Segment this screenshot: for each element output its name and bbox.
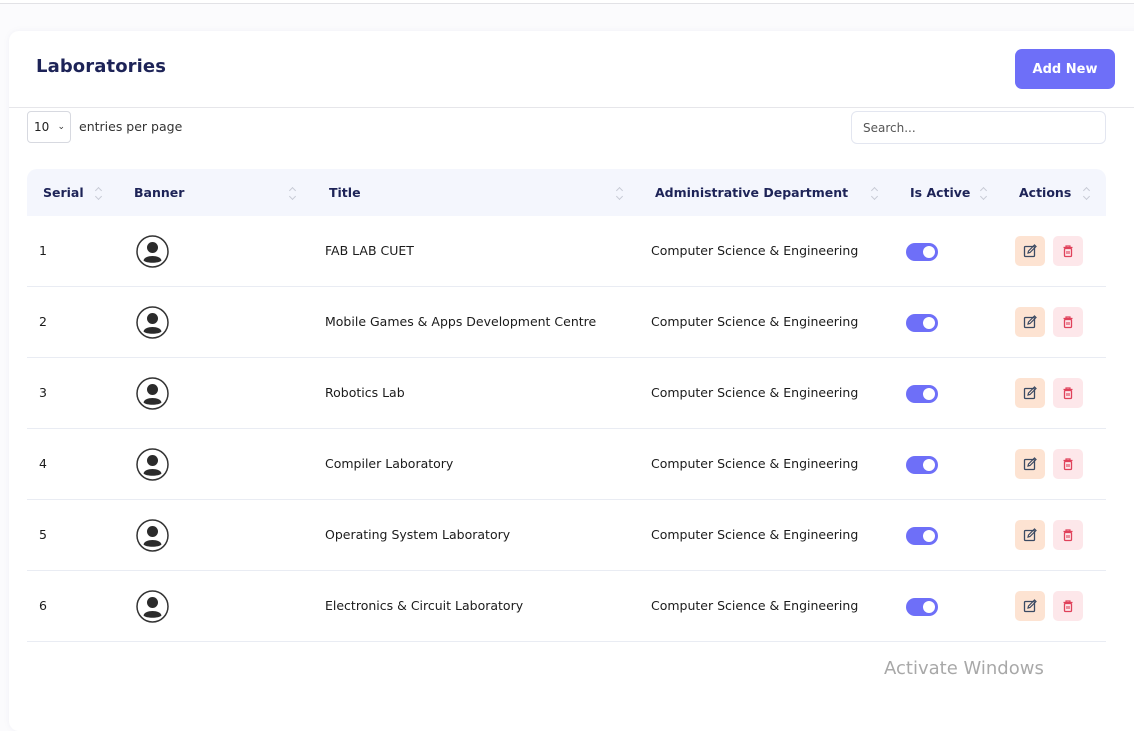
edit-button[interactable] xyxy=(1015,236,1045,266)
user-circle-icon xyxy=(136,519,169,552)
delete-button[interactable] xyxy=(1053,591,1083,621)
edit-button[interactable] xyxy=(1015,307,1045,337)
title-cell: Mobile Games & Apps Development Centre xyxy=(325,314,597,329)
entries-per-page-value: 10 xyxy=(34,120,50,134)
is-active-toggle[interactable] xyxy=(906,385,938,403)
table-header: Serial Banner Title Administrative Depar… xyxy=(27,169,1106,216)
sort-icon[interactable] xyxy=(95,185,103,201)
column-header-title[interactable]: Title xyxy=(329,169,361,216)
laboratories-table: Serial Banner Title Administrative Depar… xyxy=(27,169,1106,642)
sort-icon[interactable] xyxy=(1083,185,1091,201)
is-active-toggle[interactable] xyxy=(906,314,938,332)
serial-cell: 6 xyxy=(39,598,47,613)
user-circle-icon xyxy=(136,306,169,339)
edit-button[interactable] xyxy=(1015,449,1045,479)
table-row: 5 Operating System Laboratory Computer Sci… xyxy=(27,500,1106,571)
sort-icon[interactable] xyxy=(616,185,624,201)
department-cell: Computer Science & Engineering xyxy=(651,243,859,258)
column-header-banner[interactable]: Banner xyxy=(134,169,184,216)
toggle-knob xyxy=(923,317,935,329)
serial-cell: 3 xyxy=(39,385,47,400)
user-circle-icon xyxy=(136,235,169,268)
table-row: 2 Mobile Games & Apps Development Centre C… xyxy=(27,287,1106,358)
card-header: Laboratories Add New xyxy=(9,31,1134,108)
activate-windows-watermark: Activate Windows xyxy=(884,658,1044,679)
toggle-knob xyxy=(923,530,935,542)
delete-button[interactable] xyxy=(1053,378,1083,408)
delete-button[interactable] xyxy=(1053,307,1083,337)
title-cell: Electronics & Circuit Laboratory xyxy=(325,598,524,613)
user-circle-icon xyxy=(136,377,169,410)
department-cell: Computer Science & Engineering xyxy=(651,598,859,613)
serial-cell: 4 xyxy=(39,456,47,471)
serial-cell: 1 xyxy=(39,243,47,258)
is-active-toggle[interactable] xyxy=(906,456,938,474)
department-cell: Computer Science & Engineering xyxy=(651,385,859,400)
title-cell: Operating System Laboratory xyxy=(325,527,511,542)
delete-button[interactable] xyxy=(1053,236,1083,266)
title-cell: FAB LAB CUET xyxy=(325,243,414,258)
toggle-knob xyxy=(923,388,935,400)
sort-icon[interactable] xyxy=(871,185,879,201)
department-cell: Computer Science & Engineering xyxy=(651,456,859,471)
edit-button[interactable] xyxy=(1015,378,1045,408)
delete-button[interactable] xyxy=(1053,520,1083,550)
serial-cell: 2 xyxy=(39,314,47,329)
search-input[interactable] xyxy=(851,111,1106,144)
edit-button[interactable] xyxy=(1015,591,1045,621)
title-cell: Robotics Lab xyxy=(325,385,405,400)
is-active-toggle[interactable] xyxy=(906,527,938,545)
user-circle-icon xyxy=(136,590,169,623)
user-circle-icon xyxy=(136,448,169,481)
entries-per-page-select[interactable]: 10 ⌄ xyxy=(27,111,71,143)
chevron-down-icon: ⌄ xyxy=(57,122,65,132)
toggle-knob xyxy=(923,459,935,471)
column-header-actions[interactable]: Actions xyxy=(1019,169,1071,216)
table-row: 4 Compiler Laboratory Computer Science & E… xyxy=(27,429,1106,500)
edit-button[interactable] xyxy=(1015,520,1045,550)
table-row: 6 Electronics & Circuit Laboratory Compute… xyxy=(27,571,1106,642)
department-cell: Computer Science & Engineering xyxy=(651,527,859,542)
add-new-button[interactable]: Add New xyxy=(1015,49,1115,89)
table-controls: 10 ⌄ entries per page xyxy=(27,111,1106,144)
title-cell: Compiler Laboratory xyxy=(325,456,454,471)
toggle-knob xyxy=(923,601,935,613)
table-body: 1 FAB LAB CUET Computer Science & Engineer… xyxy=(27,216,1106,642)
delete-button[interactable] xyxy=(1053,449,1083,479)
top-bar xyxy=(0,0,1134,4)
column-header-serial[interactable]: Serial xyxy=(43,169,84,216)
column-header-is-active[interactable]: Is Active xyxy=(910,169,970,216)
department-cell: Computer Science & Engineering xyxy=(651,314,859,329)
serial-cell: 5 xyxy=(39,527,47,542)
entries-per-page-label: entries per page xyxy=(79,119,183,134)
table-row: 3 Robotics Lab Computer Science & Engineer… xyxy=(27,358,1106,429)
column-header-department[interactable]: Administrative Department xyxy=(655,169,848,216)
sort-icon[interactable] xyxy=(980,185,988,201)
page-title: Laboratories xyxy=(36,56,167,77)
toggle-knob xyxy=(923,246,935,258)
sort-icon[interactable] xyxy=(289,185,297,201)
is-active-toggle[interactable] xyxy=(906,598,938,616)
is-active-toggle[interactable] xyxy=(906,243,938,261)
table-row: 1 FAB LAB CUET Computer Science & Engineer… xyxy=(27,216,1106,287)
